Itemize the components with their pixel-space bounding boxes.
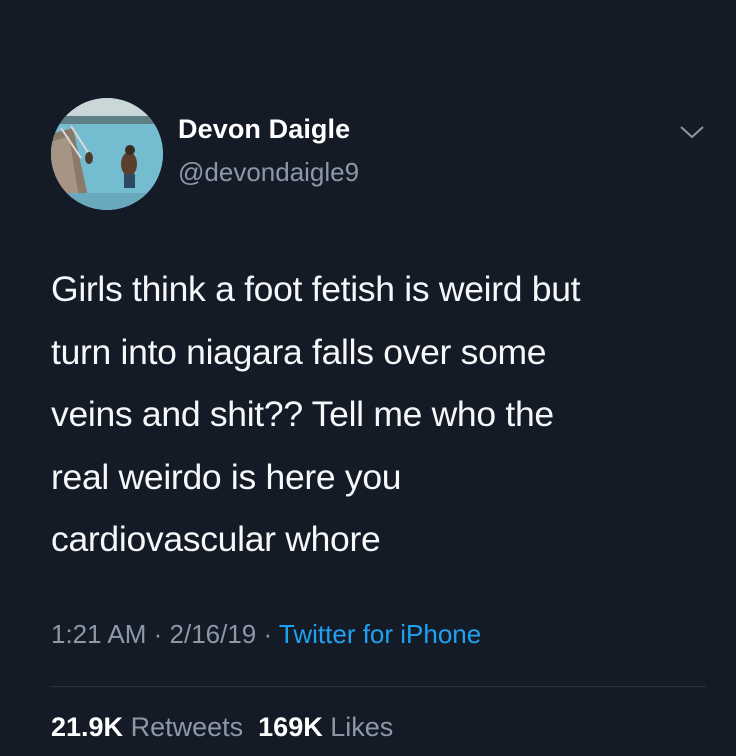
divider bbox=[51, 686, 706, 687]
author-display-name[interactable]: Devon Daigle bbox=[178, 114, 350, 145]
tweet-source-link[interactable]: Twitter for iPhone bbox=[279, 619, 481, 649]
tweet-text-line: veins and shit?? Tell me who the bbox=[51, 394, 554, 434]
meta-separator: · bbox=[146, 619, 170, 649]
tweet-metadata: 1:21 AM · 2/16/19 · Twitter for iPhone bbox=[51, 619, 481, 650]
tweet-date[interactable]: 2/16/19 bbox=[170, 619, 257, 649]
tweet-time[interactable]: 1:21 AM bbox=[51, 619, 146, 649]
likes-count: 169K bbox=[258, 712, 323, 742]
author-handle[interactable]: @devondaigle9 bbox=[178, 157, 359, 188]
avatar[interactable] bbox=[51, 98, 163, 210]
tweet-text-line: turn into niagara falls over some bbox=[51, 331, 547, 372]
tweet-stats: 21.9K Retweets 169K Likes bbox=[51, 712, 393, 743]
meta-separator: · bbox=[256, 619, 279, 649]
tweet-text-line: real weirdo is here you bbox=[51, 456, 402, 497]
retweets-count: 21.9K bbox=[51, 712, 124, 742]
retweets-stat[interactable]: 21.9K Retweets bbox=[51, 712, 243, 742]
chevron-down-icon[interactable] bbox=[678, 122, 706, 142]
profile-photo-pool-icon bbox=[51, 98, 163, 210]
likes-stat[interactable]: 169K Likes bbox=[258, 712, 393, 742]
retweets-label: Retweets bbox=[130, 712, 244, 742]
tweet-text: Girls think a foot fetish is weird but t… bbox=[51, 258, 701, 571]
tweet-text-line: cardiovascular whore bbox=[51, 519, 381, 559]
tweet-card: Devon Daigle @devondaigle9 Girls think a… bbox=[0, 0, 736, 756]
tweet-text-line: Girls think a foot fetish is weird but bbox=[51, 269, 581, 309]
likes-label: Likes bbox=[330, 712, 394, 742]
